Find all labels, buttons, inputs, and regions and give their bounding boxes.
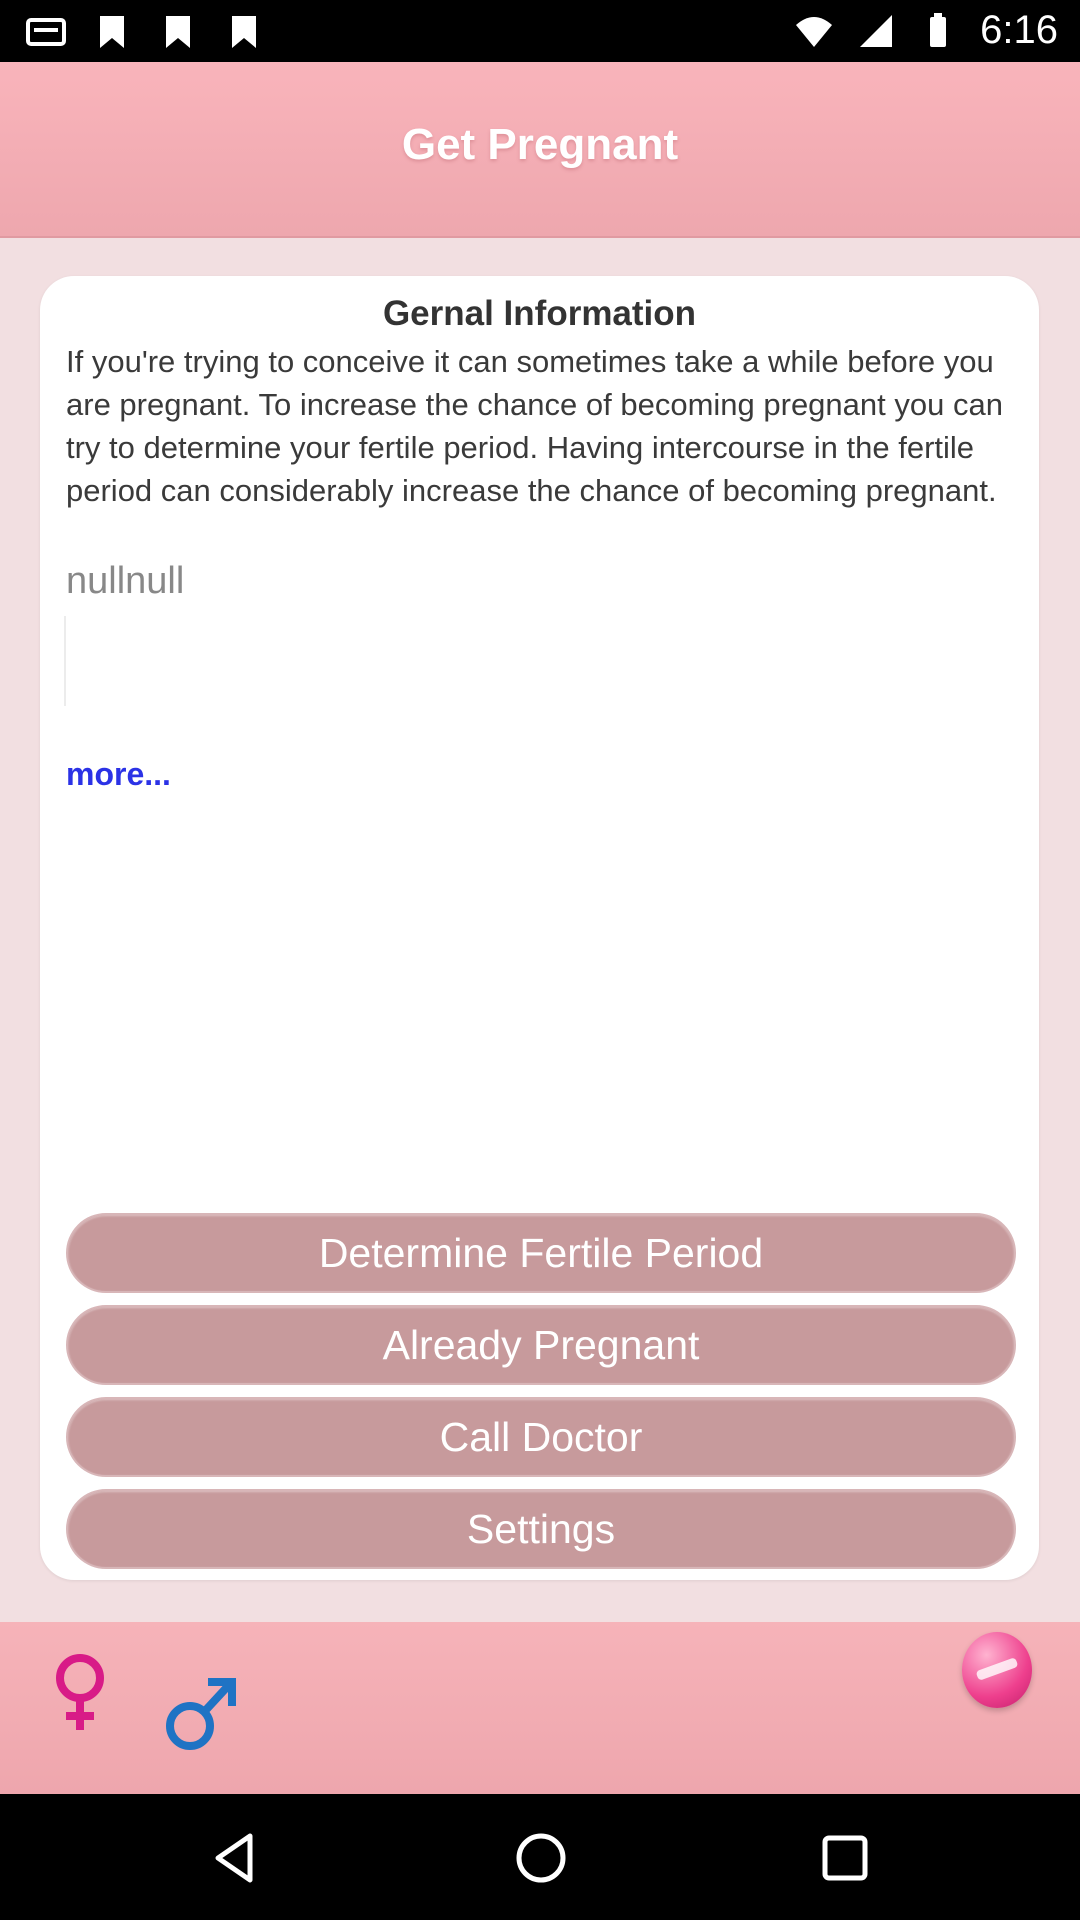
- page-title: Get Pregnant: [401, 120, 679, 169]
- already-pregnant-button[interactable]: Already Pregnant: [66, 1305, 1016, 1385]
- info-text: If you're trying to conceive it can some…: [66, 344, 1003, 508]
- navigation-bar: [0, 1794, 1080, 1920]
- signal-icon: [860, 14, 893, 47]
- extra-text: nullnull: [66, 560, 185, 602]
- system-icons: 6:16: [794, 8, 1058, 53]
- bookmark-icon: [100, 16, 124, 48]
- back-icon[interactable]: [206, 1830, 262, 1886]
- bookmark-icon: [166, 16, 190, 48]
- status-bar: 6:16: [0, 0, 1080, 62]
- app-header: Get Pregnant: [0, 62, 1080, 238]
- determine-fertile-period-button[interactable]: Determine Fertile Period: [66, 1213, 1016, 1293]
- call-doctor-button[interactable]: Call Doctor: [66, 1397, 1016, 1477]
- card-title: Gernal Information: [382, 294, 697, 333]
- bottom-bar: [0, 1622, 1080, 1794]
- wifi-icon: [796, 16, 833, 47]
- clock: 6:16: [980, 8, 1058, 52]
- pregnancy-test-icon[interactable]: [962, 1632, 1032, 1708]
- home-icon[interactable]: [513, 1830, 569, 1886]
- text-scroll-indicator: [64, 616, 66, 706]
- bookmark-icon: [232, 16, 256, 48]
- settings-button[interactable]: Settings: [66, 1489, 1016, 1569]
- battery-icon: [930, 12, 947, 47]
- info-card: Gernal Information If you're trying to c…: [40, 276, 1039, 1580]
- notification-icons: [26, 12, 264, 52]
- male-symbol-icon[interactable]: [158, 1668, 238, 1758]
- recent-apps-icon[interactable]: [817, 1830, 873, 1886]
- female-symbol-icon[interactable]: [40, 1646, 120, 1736]
- message-icon: [26, 18, 66, 46]
- more-link[interactable]: more...: [66, 756, 171, 793]
